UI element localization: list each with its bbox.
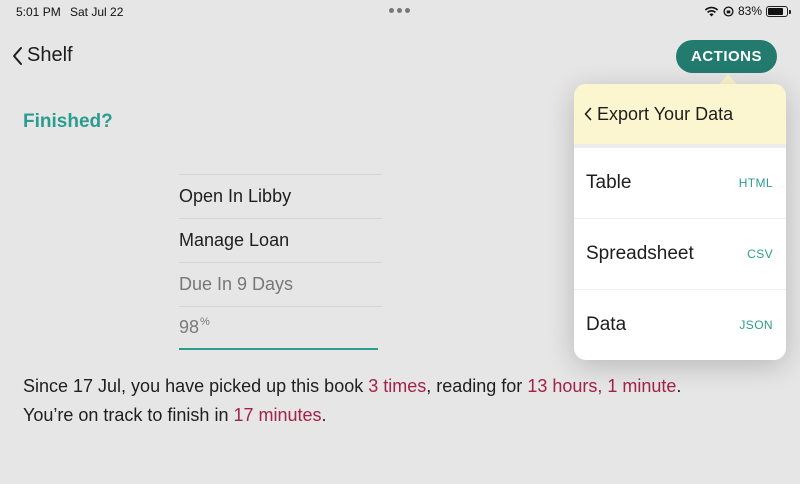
popover-title: Export Your Data <box>597 103 734 124</box>
popover-back-button[interactable]: Export Your Data <box>574 84 786 144</box>
status-date: Sat Jul 22 <box>70 5 124 19</box>
reading-summary: Since 17 Jul, you have picked up this bo… <box>23 372 783 430</box>
export-table-item[interactable]: Table HTML <box>574 147 786 218</box>
export-data-item[interactable]: Data JSON <box>574 289 786 360</box>
export-format: JSON <box>739 318 773 332</box>
chevron-left-icon <box>584 107 592 121</box>
progress-unit: % <box>200 316 210 328</box>
export-format: HTML <box>738 176 773 190</box>
reading-duration: 13 hours, 1 minute <box>527 376 677 396</box>
battery-icon <box>766 5 791 17</box>
progress-bar <box>179 348 378 350</box>
status-time: 5:01 PM <box>16 5 61 19</box>
export-spreadsheet-item[interactable]: Spreadsheet CSV <box>574 218 786 289</box>
actions-button[interactable]: ACTIONS <box>676 40 777 73</box>
status-right: 83% <box>704 4 791 18</box>
manage-loan-item[interactable]: Manage Loan <box>179 218 382 262</box>
export-option-label: Spreadsheet <box>586 243 694 264</box>
back-label: Shelf <box>27 44 73 66</box>
open-in-libby-item[interactable]: Open In Libby <box>179 174 382 218</box>
summary-text-1: Since 17 Jul, you have picked up this bo… <box>23 376 369 396</box>
export-format: CSV <box>747 247 773 261</box>
pickup-count: 3 times <box>368 376 427 396</box>
due-date-item: Due In 9 Days <box>179 262 382 306</box>
time-remaining: 17 minutes <box>233 405 322 425</box>
battery-percent: 83% <box>737 4 762 18</box>
progress-value: 98 <box>179 317 200 337</box>
chevron-left-icon <box>13 46 22 65</box>
wifi-icon <box>704 6 719 16</box>
multitasking-dots-icon[interactable] <box>389 8 410 13</box>
summary-text-2: , reading for <box>426 376 528 396</box>
export-option-label: Data <box>586 314 627 335</box>
orientation-lock-icon <box>723 5 734 17</box>
finished-heading[interactable]: Finished? <box>23 111 113 133</box>
reading-progress[interactable]: 98% <box>179 306 382 350</box>
export-popover: Export Your Data Table HTML Spreadsheet … <box>574 84 786 360</box>
book-menu: Open In Libby Manage Loan Due In 9 Days … <box>179 174 382 350</box>
summary-text-3: . <box>676 376 682 396</box>
export-option-label: Table <box>586 172 632 193</box>
status-bar: 5:01 PM Sat Jul 22 83% <box>0 0 800 24</box>
back-button[interactable]: Shelf <box>12 44 73 67</box>
summary-text-5: . <box>321 405 327 425</box>
summary-text-4: You’re on track to finish in <box>23 405 234 425</box>
